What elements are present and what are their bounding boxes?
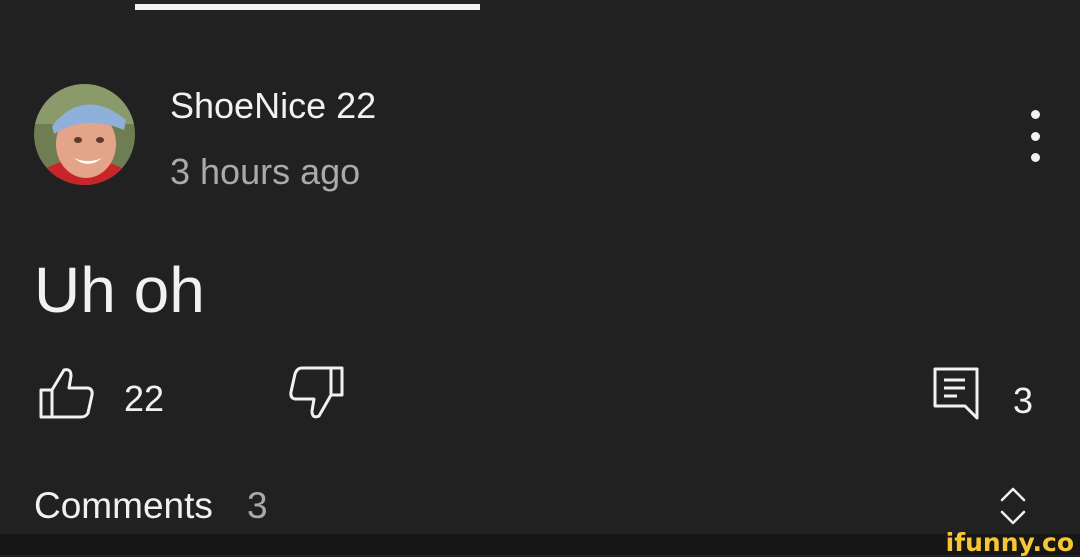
like-button[interactable] bbox=[38, 366, 96, 420]
comment-author[interactable]: ShoeNice 22 bbox=[170, 84, 376, 128]
drag-handle-bar bbox=[135, 4, 480, 10]
reply-comment-icon bbox=[933, 367, 979, 420]
comments-count: 3 bbox=[247, 485, 268, 526]
dislike-button[interactable] bbox=[286, 366, 346, 422]
vertical-ellipsis-dot bbox=[1030, 131, 1040, 141]
reply-count: 3 bbox=[1013, 380, 1034, 421]
chevron-up-down-icon bbox=[1000, 487, 1026, 525]
avatar[interactable] bbox=[34, 84, 135, 185]
vertical-ellipsis-icon bbox=[1030, 110, 1040, 119]
more-options-button[interactable] bbox=[1018, 110, 1052, 162]
reply-button[interactable] bbox=[932, 366, 980, 420]
footer-bar bbox=[0, 534, 1080, 555]
thumb-down-outline-icon bbox=[289, 366, 344, 419]
expand-comments-button[interactable] bbox=[998, 486, 1028, 526]
comment-text: Uh oh bbox=[34, 254, 205, 326]
vertical-ellipsis-dot bbox=[1030, 153, 1040, 162]
like-count: 22 bbox=[124, 378, 165, 419]
comment-timestamp: 3 hours ago bbox=[170, 151, 361, 192]
comments-section-label[interactable]: Comments bbox=[34, 484, 213, 528]
ifunny-watermark: ifunny.co bbox=[945, 528, 1074, 557]
thumb-up-outline-icon bbox=[39, 368, 94, 419]
